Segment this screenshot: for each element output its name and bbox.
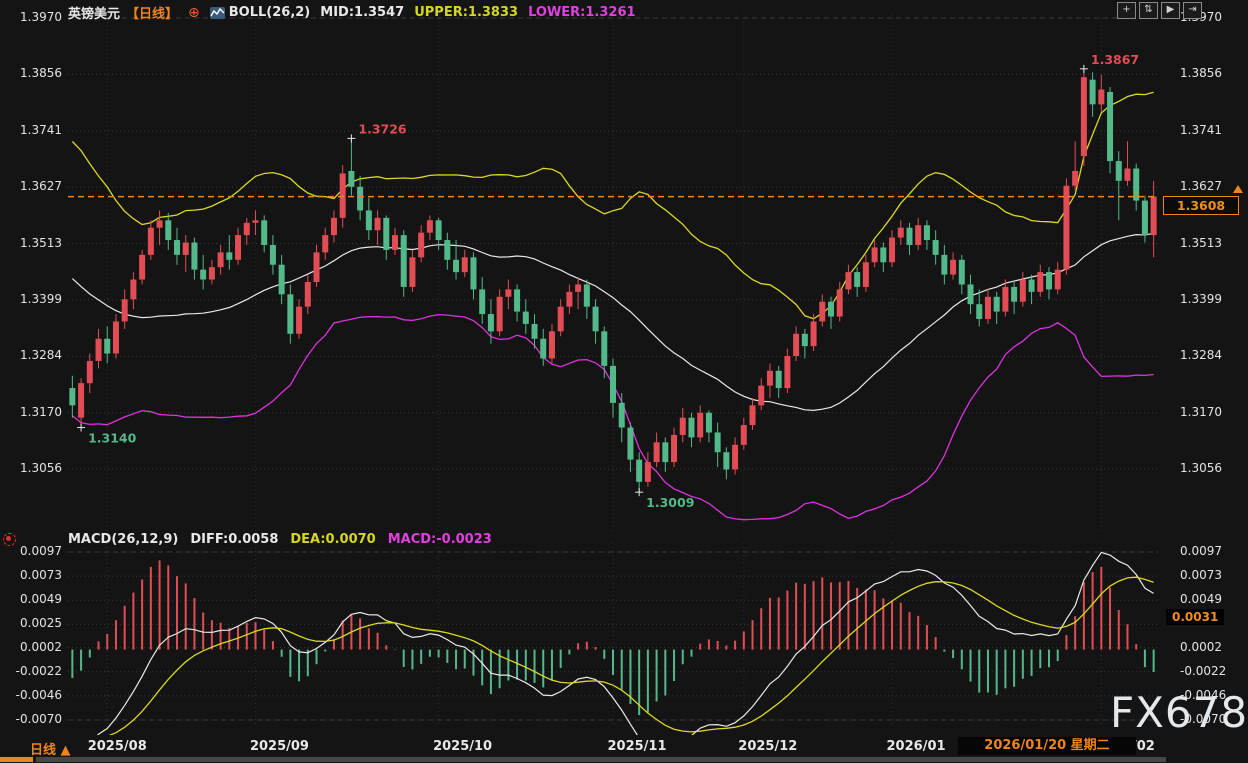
price-axis-label: 1.3856 (1180, 66, 1222, 80)
symbol-name: 英镑美元 (68, 3, 120, 22)
price-axis-label: 1.3856 (0, 66, 62, 80)
time-axis-label: 2026/01 (887, 739, 946, 754)
macd-axis-label: 0.0097 (0, 544, 62, 558)
live-indicator-icon (3, 533, 16, 546)
macd-axis-label: 0.0002 (1180, 640, 1222, 654)
macd-axis-label: 0.0073 (0, 568, 62, 582)
svg-text:1.3009: 1.3009 (646, 495, 694, 510)
macd-panel[interactable] (68, 535, 1158, 735)
boll-mid-value: MID:1.3547 (320, 5, 404, 20)
chart-header: 英镑美元 【日线】 ⊕ BOLL(26,2) MID:1.3547 UPPER:… (68, 3, 636, 22)
period-tag: 【日线】 (126, 3, 178, 22)
macd-axis-label: 0.0025 (0, 616, 62, 630)
main-chart[interactable]: 1.3140 1.3726 1.3009 1.3867 (68, 0, 1158, 535)
boll-upper-value: UPPER:1.3833 (414, 5, 518, 20)
macd-title: MACD(26,12,9) (68, 532, 178, 547)
price-axis-label: 1.3284 (0, 348, 62, 362)
price-up-arrow-icon (1233, 185, 1243, 193)
chart-toolbar: + ⇅ ▶ ⇥ (1117, 2, 1202, 19)
macd-axis-label: 0.0097 (1180, 544, 1222, 558)
add-indicator-icon[interactable]: ⊕ (188, 5, 200, 21)
price-axis-label: 1.3056 (1180, 461, 1222, 475)
price-axis-label: 1.3627 (0, 179, 62, 193)
go-to-latest-icon[interactable]: ⇥ (1183, 2, 1202, 19)
macd-dea-value: DEA:0.0070 (290, 532, 375, 547)
macd-axis-label: -0.0046 (0, 688, 62, 702)
svg-text:1.3140: 1.3140 (88, 431, 137, 446)
macd-value: MACD:-0.0023 (388, 532, 492, 547)
macd-header: MACD(26,12,9) DIFF:0.0058 DEA:0.0070 MAC… (68, 532, 492, 547)
price-axis-label: 1.3741 (0, 123, 62, 137)
macd-axis-label: 0.0073 (1180, 568, 1222, 582)
price-axis-label: 1.3513 (0, 236, 62, 250)
fit-vertical-icon[interactable]: ⇅ (1139, 2, 1158, 19)
macd-axis-label: -0.0022 (1180, 664, 1226, 678)
current-price-tag: 1.3608 (1163, 196, 1239, 215)
price-axis-label: 1.3056 (0, 461, 62, 475)
time-axis-label: 2025/10 (433, 739, 492, 754)
scrollbar[interactable] (36, 757, 1166, 762)
price-axis-label: 1.3399 (1180, 292, 1222, 306)
scrollbar-left-cap[interactable] (0, 757, 33, 762)
price-axis-label: 1.3627 (1180, 179, 1222, 193)
macd-axis-label: -0.0022 (0, 664, 62, 678)
macd-axis-label: -0.0070 (0, 712, 62, 726)
period-tab[interactable]: 日线 ▲ (30, 739, 71, 758)
time-axis-label: 2025/11 (607, 739, 666, 754)
current-date-tag: 2026/01/20 星期二 (958, 737, 1136, 755)
time-axis-label: 2025/12 (738, 739, 797, 754)
watermark: FX678 (1110, 688, 1248, 737)
indicator-chart-icon (210, 7, 225, 19)
svg-text:1.3726: 1.3726 (358, 121, 407, 136)
play-forward-icon[interactable]: ▶ (1161, 2, 1180, 19)
svg-text:1.3867: 1.3867 (1091, 52, 1139, 67)
macd-axis-label: 0.0049 (1180, 592, 1222, 606)
macd-axis-label: 0.0002 (0, 640, 62, 654)
boll-label: BOLL(26,2) (229, 5, 311, 20)
time-axis-label: 2025/08 (88, 739, 147, 754)
current-macd-tag: 0.0031 (1166, 609, 1224, 625)
price-axis-label: 1.3170 (1180, 405, 1222, 419)
price-axis-label: 1.3513 (1180, 236, 1222, 250)
trading-chart-screen: 1.3140 1.3726 1.3009 1.3867 英镑美元 【日线】 ⊕ BOL… (0, 0, 1248, 763)
boll-lower-value: LOWER:1.3261 (528, 5, 635, 20)
price-axis-label: 1.3284 (1180, 348, 1222, 362)
macd-axis-label: 0.0049 (0, 592, 62, 606)
move-tool-icon[interactable]: + (1117, 2, 1136, 19)
time-axis-label: 2025/09 (250, 739, 309, 754)
macd-diff-value: DIFF:0.0058 (190, 532, 278, 547)
price-axis-label: 1.3741 (1180, 123, 1222, 137)
price-axis-label: 1.3170 (0, 405, 62, 419)
price-axis-label: 1.3399 (0, 292, 62, 306)
price-axis-label: 1.3970 (0, 10, 62, 24)
